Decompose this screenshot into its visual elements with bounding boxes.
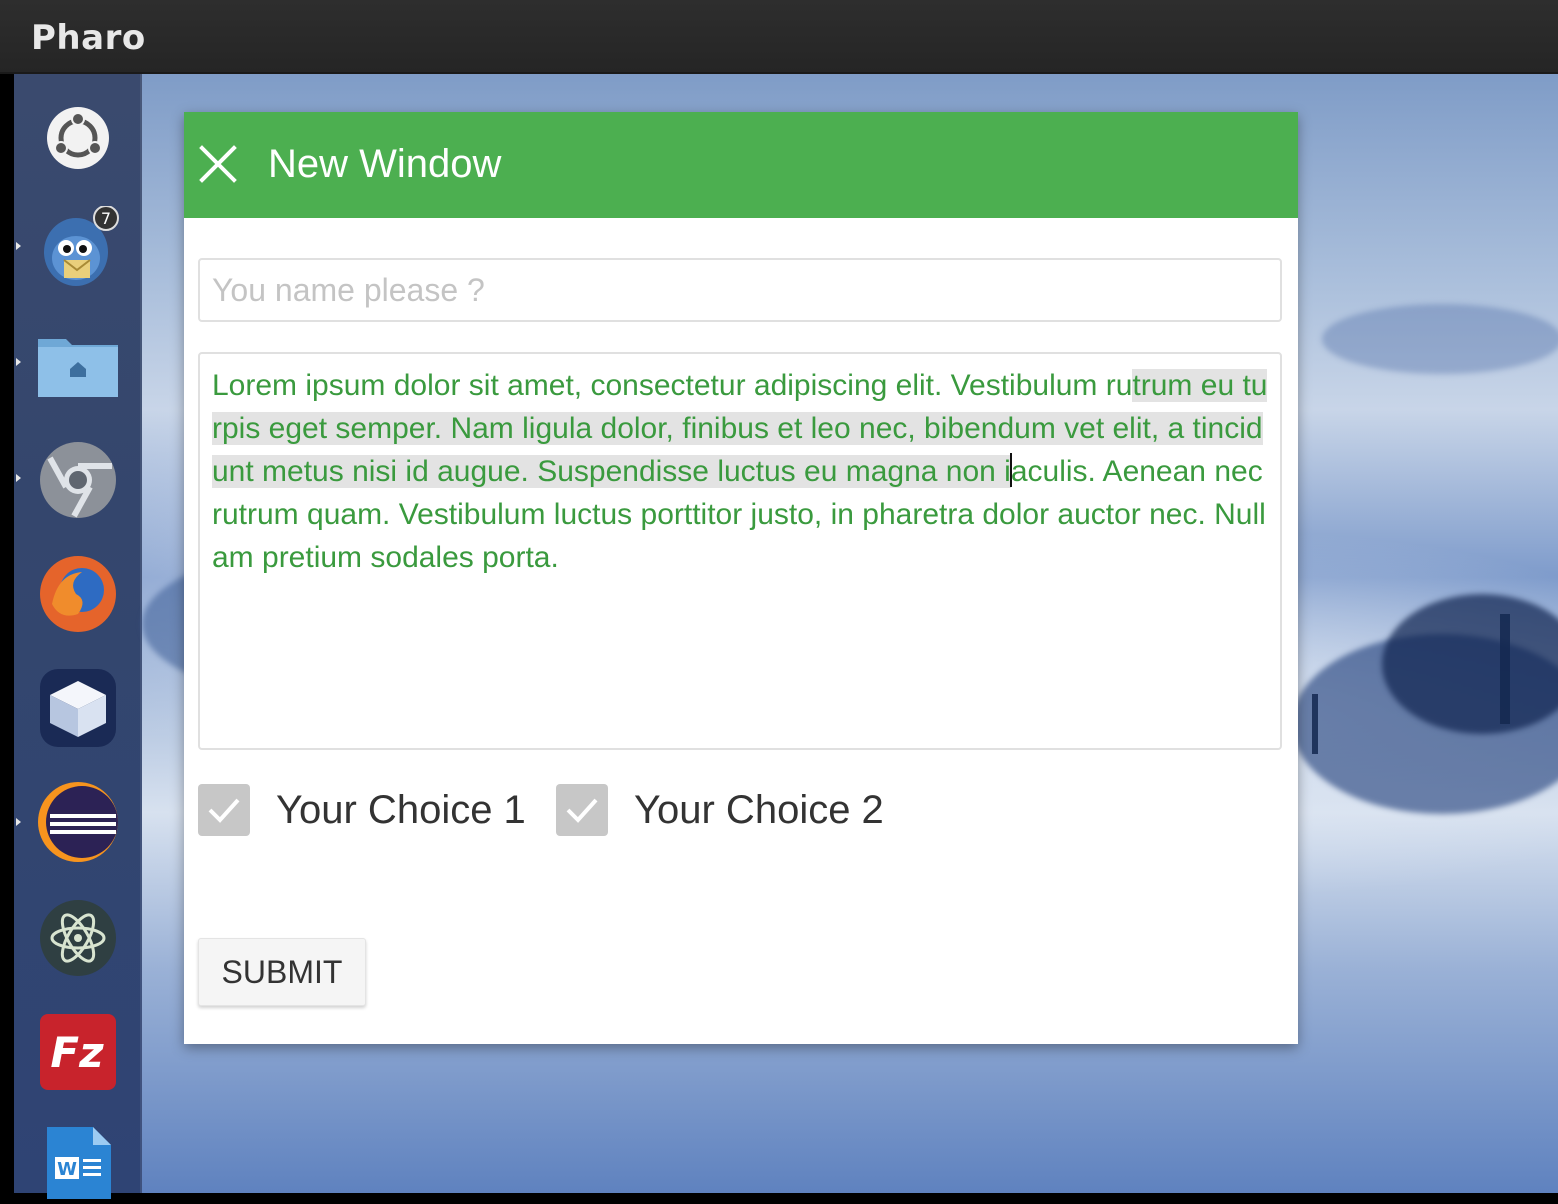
name-input[interactable]	[198, 258, 1282, 322]
mail-bird-icon[interactable]: 7	[36, 206, 120, 290]
mail-badge-count: 7	[101, 209, 111, 228]
app-title: Pharo	[31, 18, 146, 58]
choice-1-checkbox[interactable]: Your Choice 1	[198, 782, 526, 838]
text-before-selection: Lorem ipsum dolor sit amet, consectetur …	[212, 369, 1133, 402]
top-panel: Pharo	[0, 0, 1558, 74]
submit-button[interactable]: SUBMIT	[198, 938, 366, 1006]
box-cube-icon[interactable]	[36, 666, 120, 750]
firefox-icon[interactable]	[36, 552, 120, 636]
window-header: New Window	[184, 112, 1298, 218]
choice-1-label: Your Choice 1	[276, 787, 526, 832]
window-title: New Window	[268, 142, 502, 186]
eclipse-icon[interactable]	[36, 780, 120, 864]
home-folder-icon[interactable]	[36, 322, 120, 406]
chrome-icon[interactable]	[36, 438, 120, 522]
atom-icon[interactable]	[36, 896, 120, 980]
writer-doc-icon[interactable]: W	[36, 1120, 120, 1204]
writer-label: W	[57, 1159, 77, 1180]
checkbox-checked-icon[interactable]	[556, 784, 608, 836]
choice-2-checkbox[interactable]: Your Choice 2	[556, 782, 884, 838]
close-icon[interactable]	[196, 142, 240, 186]
ubuntu-dash-icon[interactable]	[36, 96, 120, 180]
checkbox-checked-icon[interactable]	[198, 784, 250, 836]
textarea-content: Lorem ipsum dolor sit amet, consectetur …	[212, 364, 1268, 579]
choice-2-label: Your Choice 2	[634, 787, 884, 832]
filezilla-label: Fz	[50, 1028, 104, 1077]
launcher-bar: 7 Fz W	[14, 74, 142, 1199]
filezilla-icon[interactable]: Fz	[36, 1010, 120, 1094]
new-window-dialog: New Window Lorem ipsum dolor sit amet, c…	[184, 112, 1298, 1044]
message-textarea[interactable]: Lorem ipsum dolor sit amet, consectetur …	[198, 352, 1282, 750]
